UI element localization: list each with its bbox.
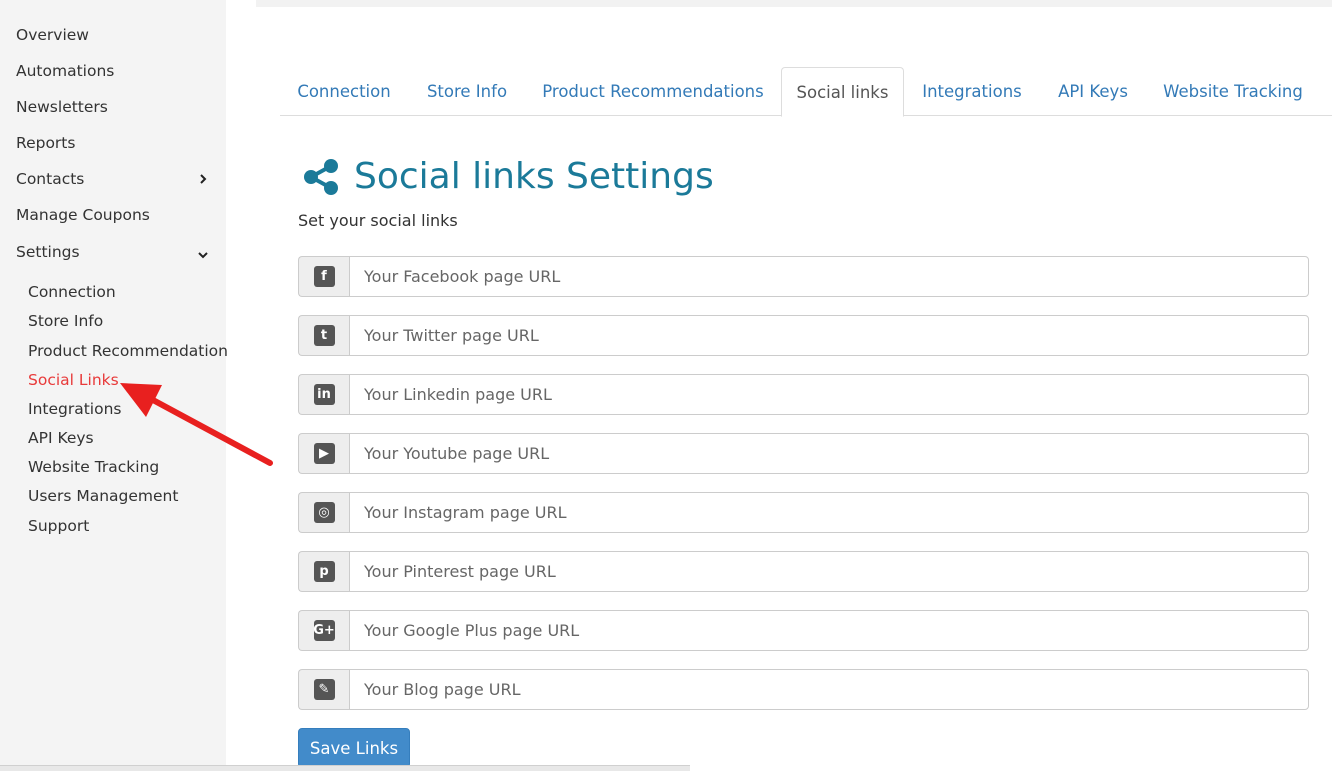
social-link-row: f [298, 256, 1309, 297]
tab-product-recommendations[interactable]: Product Recommendations [536, 67, 770, 116]
sidebar-item-label: Newsletters [16, 98, 108, 116]
social-link-row: G+ [298, 610, 1309, 651]
sidebar-subitem-api-keys[interactable]: API Keys [28, 429, 94, 447]
sidebar-item-settings[interactable]: Settings [16, 242, 210, 262]
sidebar-subitem-connection[interactable]: Connection [28, 283, 116, 301]
social-link-row: in [298, 374, 1309, 415]
page-title: Social links Settings [354, 156, 714, 197]
sidebar-subitem-support[interactable]: Support [28, 517, 89, 535]
tab-connection[interactable]: Connection [290, 67, 398, 116]
save-links-button[interactable]: Save Links [298, 728, 410, 768]
input-addon: f [298, 256, 349, 297]
twitter-icon: t [313, 325, 335, 346]
linkedin-icon: in [313, 384, 335, 405]
tab-integrations[interactable]: Integrations [913, 67, 1031, 116]
input-addon: in [298, 374, 349, 415]
sidebar-item-reports[interactable]: Reports [16, 134, 210, 152]
input-addon: G+ [298, 610, 349, 651]
sidebar-item-newsletters[interactable]: Newsletters [16, 98, 210, 116]
chevron-down-icon [198, 252, 208, 259]
pencil-icon: ✎ [313, 679, 335, 700]
twitter-url-input[interactable] [349, 315, 1309, 356]
sidebar-item-label: Contacts [16, 170, 85, 188]
pencil-url-input[interactable] [349, 669, 1309, 710]
youtube-url-input[interactable] [349, 433, 1309, 474]
sidebar-subitem-social-links[interactable]: Social Links [28, 371, 119, 389]
pinterest-icon: p [313, 561, 335, 582]
sidebar-subitem-store-info[interactable]: Store Info [28, 312, 103, 330]
page-header: Social links Settings [302, 156, 714, 197]
linkedin-url-input[interactable] [349, 374, 1309, 415]
social-link-row: ◎ [298, 492, 1309, 533]
annotation-arrow [120, 383, 273, 466]
sidebar-item-label: Reports [16, 134, 76, 152]
page-subtitle: Set your social links [298, 211, 458, 230]
social-link-row: t [298, 315, 1309, 356]
facebook-url-input[interactable] [349, 256, 1309, 297]
google-plus-url-input[interactable] [349, 610, 1309, 651]
tab-api-keys[interactable]: API Keys [1048, 67, 1138, 116]
sidebar-item-automations[interactable]: Automations [16, 62, 210, 80]
sidebar-item-manage-coupons[interactable]: Manage Coupons [16, 206, 210, 224]
share-icon [304, 158, 338, 195]
tab-social-links[interactable]: Social links [781, 67, 904, 117]
social-link-row: p [298, 551, 1309, 592]
sidebar-subitem-integrations[interactable]: Integrations [28, 400, 121, 418]
sidebar-item-contacts[interactable]: Contacts [16, 170, 210, 188]
social-link-row: ✎ [298, 669, 1309, 710]
settings-tabs: Connection Store Info Product Recommenda… [280, 67, 1332, 117]
social-link-row: ▶ [298, 433, 1309, 474]
top-bar [256, 0, 1332, 7]
tab-website-tracking[interactable]: Website Tracking [1156, 67, 1310, 116]
pinterest-url-input[interactable] [349, 551, 1309, 592]
sidebar-item-label: Manage Coupons [16, 206, 150, 224]
input-addon: ▶ [298, 433, 349, 474]
sidebar-item-label: Settings [16, 243, 80, 261]
chevron-right-icon [200, 174, 207, 184]
instagram-icon: ◎ [313, 502, 335, 523]
horizontal-scrollbar[interactable] [0, 765, 690, 771]
google-plus-icon: G+ [313, 620, 335, 641]
input-addon: ✎ [298, 669, 349, 710]
sidebar-item-label: Automations [16, 62, 115, 80]
input-addon: ◎ [298, 492, 349, 533]
facebook-icon: f [313, 266, 335, 287]
input-addon: p [298, 551, 349, 592]
tab-store-info[interactable]: Store Info [414, 67, 520, 116]
youtube-icon: ▶ [313, 443, 335, 464]
sidebar-subitem-product-recommendation[interactable]: Product Recommendation [28, 342, 228, 360]
input-addon: t [298, 315, 349, 356]
sidebar-item-overview[interactable]: Overview [16, 26, 210, 44]
sidebar-item-label: Overview [16, 26, 89, 44]
sidebar-subitem-users-management[interactable]: Users Management [28, 487, 178, 505]
instagram-url-input[interactable] [349, 492, 1309, 533]
